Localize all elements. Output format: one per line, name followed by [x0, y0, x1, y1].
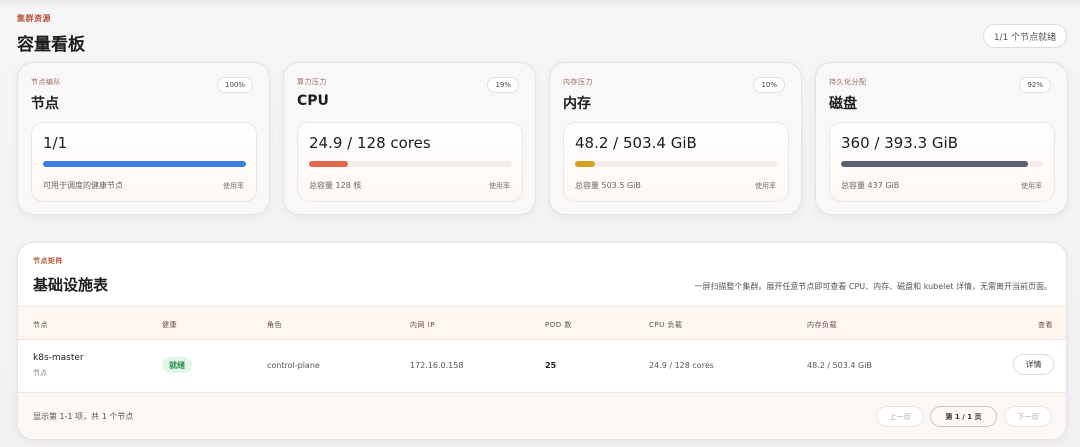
usage-bar-fill — [841, 161, 1028, 167]
column-header-view: 查看 — [1038, 321, 1053, 329]
usage-bar-track — [575, 161, 778, 167]
column-header-role: 角色 — [267, 321, 282, 329]
top-shadow — [0, 0, 1080, 10]
node-type: 节点 — [33, 369, 47, 377]
node-role: control-plane — [267, 361, 320, 370]
column-header-health: 健康 — [162, 321, 177, 329]
table-row[interactable]: k8s-master 节点 就绪 control-plane 172.16.0.… — [18, 340, 1066, 392]
current-page-indicator: 第 1 / 1 页 — [930, 406, 997, 427]
metric-caption: 可用于调度的健康节点 — [43, 181, 123, 190]
metric-value: 24.9 / 128 cores — [309, 134, 431, 152]
usage-bar-fill — [309, 161, 348, 167]
usage-bar-track — [43, 161, 246, 167]
column-header-pods: POD 数 — [545, 321, 572, 329]
card-title: CPU — [297, 93, 329, 109]
card-metric-panel: 48.2 / 503.4 GiB 总容量 503.5 GiB 使用率 — [563, 122, 789, 202]
metric-caption: 总容量 503.5 GiB — [575, 181, 641, 190]
metric-caption: 总容量 128 核 — [309, 181, 362, 190]
health-status-badge: 就绪 — [162, 357, 192, 373]
metric-value: 1/1 — [43, 134, 68, 152]
card-metric-panel: 1/1 可用于调度的健康节点 使用率 — [31, 122, 257, 202]
usage-bar-fill — [575, 161, 596, 167]
node-ip: 172.16.0.158 — [410, 361, 464, 370]
column-header-cpu: CPU 负载 — [649, 321, 683, 329]
usage-percent-badge: 10% — [753, 77, 785, 93]
usage-bar-track — [309, 161, 512, 167]
card-title: 节点 — [31, 96, 59, 112]
card-title: 内存 — [563, 96, 591, 112]
card-eyebrow: 算力压力 — [297, 78, 327, 86]
matrix-description: 一屏扫描整个集群。展开任意节点即可查看 CPU、内存、磁盘和 kubelet 详… — [694, 282, 1052, 291]
node-name: k8s-master — [33, 353, 84, 363]
cpu-load: 24.9 / 128 cores — [649, 361, 714, 370]
next-page-button[interactable]: 下一页 — [1004, 406, 1052, 427]
card-title: 磁盘 — [829, 96, 857, 112]
usage-percent-badge: 92% — [1019, 77, 1051, 93]
infrastructure-table-panel: 节点矩阵 基础设施表 一屏扫描整个集群。展开任意节点即可查看 CPU、内存、磁盘… — [17, 242, 1067, 440]
card-memory: 内存压力 内存 10% 48.2 / 503.4 GiB 总容量 503.5 G… — [549, 62, 802, 215]
card-eyebrow: 持久化分配 — [829, 78, 867, 86]
usage-label: 使用率 — [489, 182, 510, 190]
card-metric-panel: 360 / 393.3 GiB 总容量 437 GiB 使用率 — [829, 122, 1055, 202]
details-button[interactable]: 详情 — [1013, 354, 1054, 375]
usage-label: 使用率 — [223, 182, 244, 190]
card-metric-panel: 24.9 / 128 cores 总容量 128 核 使用率 — [297, 122, 523, 202]
card-eyebrow: 内存压力 — [563, 78, 593, 86]
table-header: 节点 健康 角色 内网 IP POD 数 CPU 负载 内存负载 查看 — [18, 306, 1066, 340]
section-eyebrow: 集群资源 — [17, 14, 51, 23]
table-footer: 显示第 1-1 项，共 1 个节点 上一页 第 1 / 1 页 下一页 — [18, 392, 1066, 439]
usage-bar-fill — [43, 161, 246, 167]
column-header-ip: 内网 IP — [410, 321, 436, 329]
usage-percent-badge: 100% — [216, 77, 253, 93]
column-header-memory: 内存负载 — [807, 321, 837, 329]
matrix-eyebrow: 节点矩阵 — [33, 257, 63, 265]
metric-caption: 总容量 437 GiB — [841, 181, 900, 190]
pagination-summary: 显示第 1-1 项，共 1 个节点 — [33, 412, 134, 421]
metric-value: 360 / 393.3 GiB — [841, 134, 959, 152]
card-eyebrow: 节点编队 — [31, 78, 61, 86]
card-nodes: 节点编队 节点 100% 1/1 可用于调度的健康节点 使用率 — [17, 62, 270, 215]
matrix-title: 基础设施表 — [33, 276, 109, 294]
usage-label: 使用率 — [1021, 182, 1042, 190]
usage-label: 使用率 — [755, 182, 776, 190]
usage-percent-badge: 19% — [487, 77, 519, 93]
pod-count: 25 — [545, 361, 557, 370]
usage-bar-track — [841, 161, 1044, 167]
prev-page-button[interactable]: 上一页 — [876, 406, 924, 427]
metric-value: 48.2 / 503.4 GiB — [575, 134, 697, 152]
nodes-ready-badge: 1/1 个节点就绪 — [983, 24, 1067, 48]
memory-load: 48.2 / 503.4 GiB — [807, 361, 872, 370]
page-title: 容量看板 — [17, 35, 85, 55]
column-header-node: 节点 — [33, 321, 48, 329]
card-cpu: 算力压力 CPU 19% 24.9 / 128 cores 总容量 128 核 … — [283, 62, 536, 215]
card-disk: 持久化分配 磁盘 92% 360 / 393.3 GiB 总容量 437 GiB… — [815, 62, 1068, 215]
